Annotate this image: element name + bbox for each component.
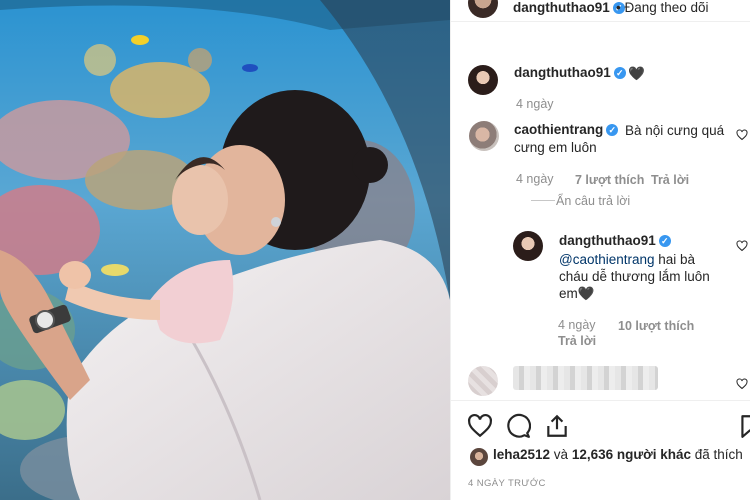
blurred-comment (513, 366, 658, 390)
heart-icon[interactable] (467, 413, 493, 439)
reply-button[interactable]: Trả lời (651, 173, 689, 187)
hide-replies-button[interactable]: Ẩn câu trả lời (556, 194, 630, 208)
share-icon[interactable] (544, 413, 570, 439)
likes-summary: leha2512 và 12,636 người khác đã thích (493, 447, 743, 462)
comment-username[interactable]: caothientrang ✓ (514, 122, 619, 137)
comment-time: 4 ngày (516, 172, 554, 186)
reply-avatar[interactable] (513, 231, 543, 261)
comment-like-heart-icon[interactable] (736, 240, 748, 252)
comment-avatar[interactable] (468, 65, 498, 95)
comment-likes-count[interactable]: 7 lượt thích (575, 173, 644, 187)
reply-text-line: em🖤 (559, 286, 595, 301)
comment-likes-count[interactable]: 10 lượt thích (618, 319, 694, 333)
liker-avatar[interactable] (470, 448, 488, 466)
reply-username[interactable]: dangthuthao91 ✓ (559, 233, 671, 248)
author-avatar[interactable] (468, 0, 498, 18)
comment-text: 🖤 (628, 66, 645, 81)
comments-panel: dangthuthao91 ✓ • Đang theo dõi dangthuth… (450, 0, 750, 500)
author-username[interactable]: dangthuthao91 ✓ (513, 0, 625, 15)
verified-badge-icon: ✓ (606, 124, 619, 136)
liker-username[interactable]: leha2512 (493, 447, 550, 462)
comment-avatar[interactable] (469, 121, 499, 151)
follow-status[interactable]: • Đang theo dõi (616, 0, 709, 15)
post-header: dangthuthao91 ✓ • Đang theo dõi (451, 0, 750, 22)
reply-button[interactable]: Trả lời (558, 334, 596, 348)
post-photo[interactable] (0, 0, 450, 500)
comment-text: Bà nội cưng quá (625, 123, 725, 138)
comment-time: 4 ngày (558, 318, 596, 332)
comment-time: 4 ngày (516, 97, 554, 111)
comment-icon[interactable] (505, 413, 531, 439)
bookmark-icon[interactable] (737, 413, 750, 439)
actions-divider (451, 400, 750, 401)
replies-divider (531, 200, 555, 201)
reply-text-line: @caothientrang hai bà (559, 252, 696, 267)
reply-text-line: cháu dễ thương lắm luôn (559, 269, 710, 284)
comment-username[interactable]: dangthuthao91 ✓ (514, 65, 626, 80)
blurred-avatar (468, 366, 498, 396)
verified-badge-icon: ✓ (613, 67, 626, 79)
mention-link[interactable]: @caothientrang (559, 252, 655, 267)
verified-badge-icon: ✓ (658, 235, 671, 247)
post-date[interactable]: 4 NGÀY TRƯỚC (468, 478, 546, 489)
aquarium-illustration (0, 0, 450, 500)
likes-count-link[interactable]: 12,636 người khác (572, 447, 691, 462)
comment-like-heart-icon[interactable] (736, 378, 748, 390)
comment-text: cưng em luôn (514, 140, 597, 155)
comment-like-heart-icon[interactable] (736, 129, 748, 141)
